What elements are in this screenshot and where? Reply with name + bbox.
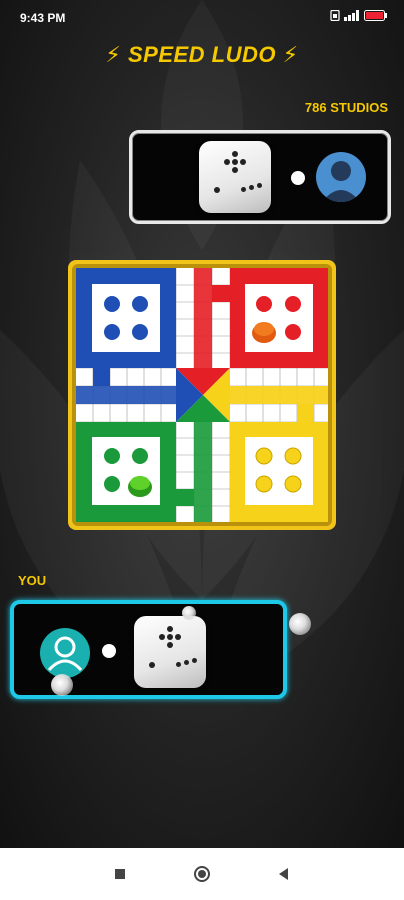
status-time: 9:43 PM — [20, 11, 66, 25]
blue-yard — [76, 268, 176, 368]
game-title: ⚡ SPEED LUDO ⚡ — [0, 42, 404, 68]
glow-orb — [289, 613, 311, 635]
triangle-back-icon[interactable] — [274, 864, 294, 884]
opponent-name: 786 STUDIOS — [304, 100, 388, 115]
circle-icon[interactable] — [192, 864, 212, 884]
signal-icon — [344, 10, 359, 21]
dice-icon[interactable] — [199, 141, 271, 213]
opponent-panel — [129, 130, 391, 224]
ludo-board — [68, 260, 336, 530]
status-bar: 9:43 PM — [0, 0, 404, 34]
bolt-icon: ⚡ — [105, 42, 122, 67]
turn-indicator — [102, 644, 116, 658]
glow-orb — [51, 674, 73, 696]
user-avatar-icon — [316, 152, 366, 202]
dice-icon[interactable] — [134, 616, 206, 688]
bolt-icon: ⚡ — [282, 42, 299, 67]
red-yard — [230, 268, 328, 368]
user-avatar-icon — [40, 628, 90, 678]
player-name: YOU — [18, 573, 47, 588]
glow-orb — [182, 606, 196, 620]
square-icon[interactable] — [110, 864, 130, 884]
navigation-bar — [0, 848, 404, 900]
sim-icon — [330, 10, 340, 21]
title-text: SPEED LUDO — [127, 42, 277, 67]
battery-icon — [364, 10, 387, 21]
turn-indicator — [291, 171, 305, 185]
green-yard — [76, 422, 176, 522]
yellow-yard — [230, 422, 328, 522]
